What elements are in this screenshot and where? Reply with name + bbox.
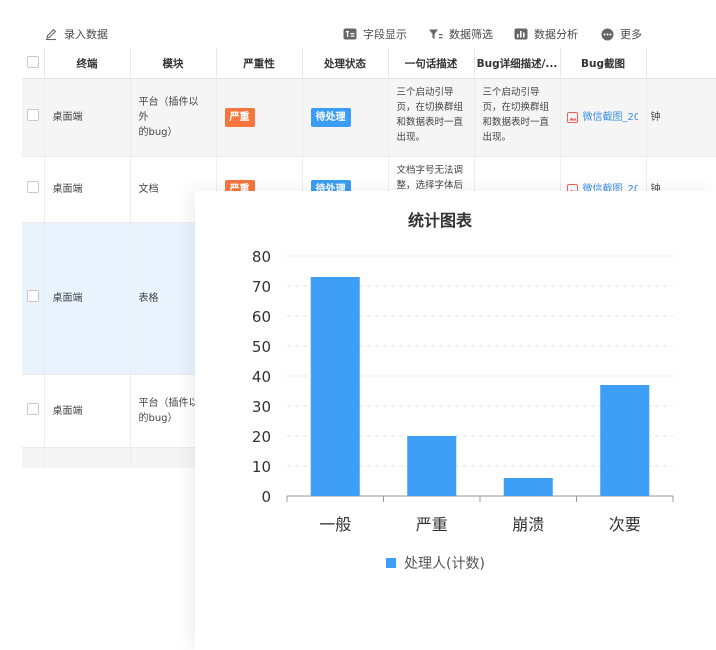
y-tick-label: 10 [252, 458, 271, 476]
legend-swatch [386, 558, 396, 568]
column-header[interactable]: 一句话描述 [388, 48, 475, 79]
screenshot-cell: 微信截图_201 [560, 78, 647, 157]
y-tick-label: 30 [252, 398, 271, 416]
detail-cell: 三个启动引导 页，在切换群组 和数据表时一直 出现。 [474, 78, 561, 157]
module-cell: 平台（插件以外 的bug） [130, 78, 217, 157]
column-header[interactable]: Bug截图 [560, 48, 647, 79]
y-tick-label: 20 [252, 428, 271, 446]
row-checkbox[interactable] [22, 156, 45, 223]
y-tick-label: 50 [252, 338, 271, 356]
screenshot-link[interactable]: 微信截图_201 [566, 110, 638, 125]
data-filter-button[interactable]: 数据筛选 [428, 26, 493, 42]
field-display-icon [343, 28, 357, 40]
terminal-cell: 桌面端 [44, 222, 131, 375]
row-checkbox[interactable] [22, 78, 45, 157]
status-tag: 待处理 [310, 108, 351, 127]
description-cell: 三个启动引导 页，在切换群组 和数据表时一直 出现。 [388, 78, 475, 157]
chart-panel: 统计图表 0 10 20 30 40 50 60 70 80 一般 严重 崩溃 次要 处理人(计数) [195, 191, 716, 650]
x-tick-label: 次要 [609, 515, 641, 534]
terminal-cell: 桌面端 [44, 374, 131, 448]
column-header[interactable]: 终端 [44, 48, 131, 79]
more-icon [601, 28, 614, 40]
legend-label: 处理人(计数) [404, 556, 485, 572]
y-tick-label: 80 [252, 248, 271, 266]
column-header[interactable]: 模块 [130, 48, 217, 79]
enter-data-label: 录入数据 [64, 28, 108, 41]
more-label: 更多 [620, 28, 642, 41]
terminal-cell: 桌面端 [44, 78, 131, 157]
y-tick-label: 0 [261, 488, 271, 506]
select-all-checkbox[interactable] [22, 48, 45, 79]
terminal-cell: 桌面端 [44, 156, 131, 223]
table-row[interactable]: 桌面端 平台（插件以外 的bug） 严重 待处理 三个启动引导 页，在切换群组 和数据… [22, 78, 716, 157]
bar-chart-icon [514, 28, 528, 40]
severity-tag: 严重 [224, 108, 255, 127]
extra-cell: 钟 [646, 78, 716, 157]
bar [310, 277, 360, 496]
y-tick-label: 60 [252, 308, 271, 326]
toolbar: 录入数据 字段显示 数据筛选 数据分析 更多 [0, 0, 716, 48]
table-header: 终端 模块 严重性 处理状态 一句话描述 Bug详细描述/... Bug截图 [22, 48, 716, 79]
data-analysis-label: 数据分析 [534, 28, 578, 41]
column-header[interactable]: Bug详细描述/... [474, 48, 561, 79]
column-header[interactable]: 严重性 [216, 48, 303, 79]
column-header[interactable]: 处理状态 [302, 48, 389, 79]
image-icon [566, 112, 578, 123]
bar [503, 478, 553, 496]
y-tick-label: 70 [252, 278, 271, 296]
bar-chart: 0 10 20 30 40 50 60 70 80 一般 严重 崩溃 次要处理人(计数) [252, 248, 674, 572]
x-tick-label: 崩溃 [512, 515, 544, 534]
pencil-icon [46, 28, 57, 41]
row-checkbox[interactable] [22, 374, 45, 448]
enter-data-button[interactable]: 录入数据 [44, 26, 108, 42]
field-display-label: 字段显示 [363, 28, 407, 41]
field-display-button[interactable]: 字段显示 [343, 26, 407, 42]
bar [407, 436, 457, 496]
row-checkbox[interactable] [22, 222, 45, 375]
x-tick-label: 一般 [319, 515, 351, 534]
y-tick-label: 40 [252, 368, 271, 386]
more-button[interactable]: 更多 [601, 26, 642, 42]
filter-icon [429, 29, 443, 39]
bar [600, 385, 650, 496]
data-analysis-button[interactable]: 数据分析 [514, 26, 578, 42]
status-cell: 待处理 [302, 78, 389, 157]
x-tick-label: 严重 [416, 515, 448, 534]
severity-cell: 严重 [216, 78, 303, 157]
column-header[interactable] [646, 48, 716, 79]
data-filter-label: 数据筛选 [449, 28, 493, 41]
